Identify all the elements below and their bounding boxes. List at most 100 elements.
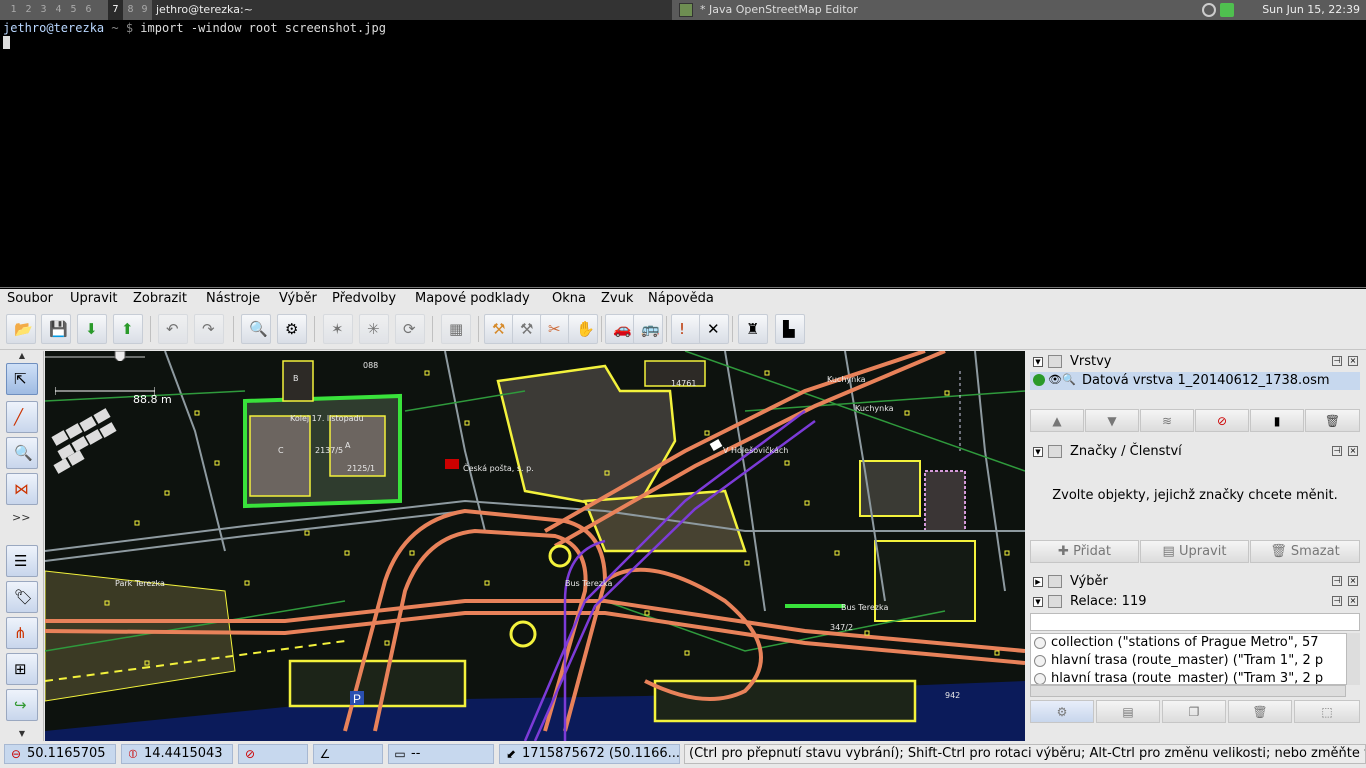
terminal-window[interactable]: jethro@terezka ~ $ import -window root s…	[0, 20, 1366, 288]
amenity-button[interactable]: ⚒	[484, 314, 514, 344]
undo-button[interactable]: ↶	[158, 314, 188, 344]
layers-toggle-button[interactable]: ☰	[6, 545, 38, 577]
workspace-7[interactable]: 7	[108, 0, 123, 20]
selection-panel-header[interactable]: ▶ Výběr ⊣ ×	[1030, 573, 1362, 591]
pin-icon[interactable]: ⊣	[1332, 356, 1342, 366]
simplify-button[interactable]: ✶	[323, 314, 353, 344]
relations-scrollbar[interactable]	[1346, 633, 1360, 685]
relations-hscrollbar[interactable]	[1030, 685, 1346, 697]
menu-zobrazit[interactable]: Zobrazit	[133, 291, 187, 306]
layers-panel-header[interactable]: ▼ Vrstvy ⊣ ×	[1030, 353, 1362, 371]
relation-item[interactable]: hlavní trasa (route_master) ("Tram 3", 2…	[1031, 670, 1359, 684]
relations-toggle-button[interactable]: ⋔	[6, 617, 38, 649]
tools-button[interactable]: ✕	[699, 314, 729, 344]
activate-layer-button[interactable]: ≋	[1140, 409, 1194, 432]
edit-tag-button[interactable]: ▤ Upravit	[1140, 540, 1249, 563]
reload-button[interactable]: ⟳	[395, 314, 425, 344]
select-tool-button[interactable]: ⇱	[6, 363, 38, 395]
menu-zvuk[interactable]: Zvuk	[601, 291, 633, 306]
expand-icon[interactable]: ▶	[1033, 577, 1043, 587]
upload-button[interactable]: ⬆	[113, 314, 143, 344]
new-relation-button[interactable]: ⚙	[1030, 700, 1094, 723]
save-button[interactable]: 💾	[41, 314, 71, 344]
toggle-visibility-button[interactable]: ⊘	[1195, 409, 1249, 432]
workspace-4[interactable]: 4	[51, 0, 66, 20]
layer-row[interactable]: 👁 🔍 Datová vrstva 1_20140612_1738.osm	[1030, 372, 1360, 390]
duplicate-relation-button[interactable]: ❐	[1162, 700, 1226, 723]
relation-item[interactable]: hlavní trasa (route_master) ("Tram 1", 2…	[1031, 652, 1359, 670]
workspace-8[interactable]: 8	[123, 0, 138, 20]
menu-soubor[interactable]: Soubor	[7, 291, 53, 306]
menu-upravit[interactable]: Upravit	[70, 291, 117, 306]
relations-list[interactable]: collection ("stations of Prague Metro", …	[1030, 633, 1360, 685]
close-icon[interactable]: ×	[1348, 446, 1358, 456]
grid-button[interactable]: ▦	[441, 314, 471, 344]
palette-scroll-down-icon[interactable]: ▼	[0, 729, 44, 739]
collapse-icon[interactable]: ▼	[1033, 447, 1043, 457]
opacity-button[interactable]: ▮	[1250, 409, 1304, 432]
menu-vyber[interactable]: Výběr	[279, 291, 317, 306]
open-file-button[interactable]: 📂	[6, 314, 36, 344]
split-button[interactable]: ✳	[359, 314, 389, 344]
workspace-5[interactable]: 5	[66, 0, 81, 20]
draw-tool-button[interactable]: ╱	[6, 401, 38, 433]
more-tools-button[interactable]: >>	[12, 511, 30, 524]
bus-button[interactable]: 🚌	[633, 314, 663, 344]
move-layer-down-button[interactable]: ▼	[1085, 409, 1139, 432]
add-tag-button[interactable]: ✚ Přidat	[1030, 540, 1139, 563]
tags-toggle-button[interactable]: 🏷	[6, 581, 38, 613]
collapse-icon[interactable]: ▼	[1033, 357, 1043, 367]
download-button[interactable]: ⬇	[77, 314, 107, 344]
menu-mapove-podklady[interactable]: Mapové podklady	[415, 291, 530, 306]
active-layer-icon[interactable]	[1033, 374, 1045, 386]
clock[interactable]: Sun Jun 15, 22:39	[1262, 0, 1360, 20]
pin-icon[interactable]: ⊣	[1332, 596, 1342, 606]
workspace-9[interactable]: 9	[137, 0, 152, 20]
zoom-slider[interactable]	[45, 351, 145, 361]
menu-okna[interactable]: Okna	[552, 291, 586, 306]
pin-icon[interactable]: ⊣	[1332, 446, 1342, 456]
close-icon[interactable]: ×	[1348, 596, 1358, 606]
collapse-icon[interactable]: ▼	[1033, 597, 1043, 607]
move-layer-up-button[interactable]: ▲	[1030, 409, 1084, 432]
improve-way-tool-button[interactable]: ⋈	[6, 473, 38, 505]
history-toggle-button[interactable]: ↪	[6, 689, 38, 721]
preferences-button[interactable]: 🔍	[241, 314, 271, 344]
warning-button[interactable]: !	[671, 314, 701, 344]
pin-icon[interactable]: ⊣	[1332, 576, 1342, 586]
select-members-button[interactable]: ⬚	[1294, 700, 1360, 723]
edit-relation-button[interactable]: ▤	[1096, 700, 1160, 723]
menu-napoveda[interactable]: Nápověda	[648, 291, 714, 306]
palette-scroll-up-icon[interactable]: ▲	[0, 351, 44, 361]
relations-panel-header[interactable]: ▼ Relace: 119 ⊣ ×	[1030, 593, 1362, 611]
taskbar-josm-tab[interactable]: * Java OpenStreetMap Editor	[676, 0, 1196, 20]
close-icon[interactable]: ×	[1348, 356, 1358, 366]
selection-toggle-button[interactable]: ⊞	[6, 653, 38, 685]
castle-button[interactable]: ♜	[738, 314, 768, 344]
workspace-2[interactable]: 2	[21, 0, 36, 20]
hiking-button[interactable]: ⚒	[512, 314, 542, 344]
menu-predvolby[interactable]: Předvolby	[332, 291, 396, 306]
taskbar-terminal-tab[interactable]: jethro@terezka:~	[152, 0, 672, 20]
battery-icon[interactable]	[1220, 3, 1234, 17]
workspace-1[interactable]: 1	[6, 0, 21, 20]
close-icon[interactable]: ×	[1348, 576, 1358, 586]
hand-button[interactable]: ✋	[568, 314, 598, 344]
redo-button[interactable]: ↷	[194, 314, 224, 344]
zoom-tool-button[interactable]: 🔍	[6, 437, 38, 469]
relations-filter-input[interactable]	[1030, 613, 1360, 631]
workspace-3[interactable]: 3	[36, 0, 51, 20]
industry-button[interactable]: ▙	[775, 314, 805, 344]
tags-panel-header[interactable]: ▼ Značky / Členství ⊣ ×	[1030, 443, 1362, 461]
delete-relation-button[interactable]: 🗑	[1228, 700, 1292, 723]
workspace-6[interactable]: 6	[81, 0, 96, 20]
relation-item[interactable]: collection ("stations of Prague Metro", …	[1031, 634, 1359, 652]
delete-layer-button[interactable]: 🗑	[1305, 409, 1360, 432]
map-view[interactable]: P 88.8 m Kolej 17. listopadu C 2137/5 A …	[45, 351, 1025, 741]
menu-nastroje[interactable]: Nástroje	[206, 291, 260, 306]
search-tags-button[interactable]: ⚙	[277, 314, 307, 344]
car-button[interactable]: 🚗	[605, 314, 635, 344]
visibility-eye-icon[interactable]: 👁	[1048, 373, 1062, 386]
network-icon[interactable]	[1202, 3, 1216, 17]
delete-tag-button[interactable]: 🗑 Smazat	[1250, 540, 1360, 563]
